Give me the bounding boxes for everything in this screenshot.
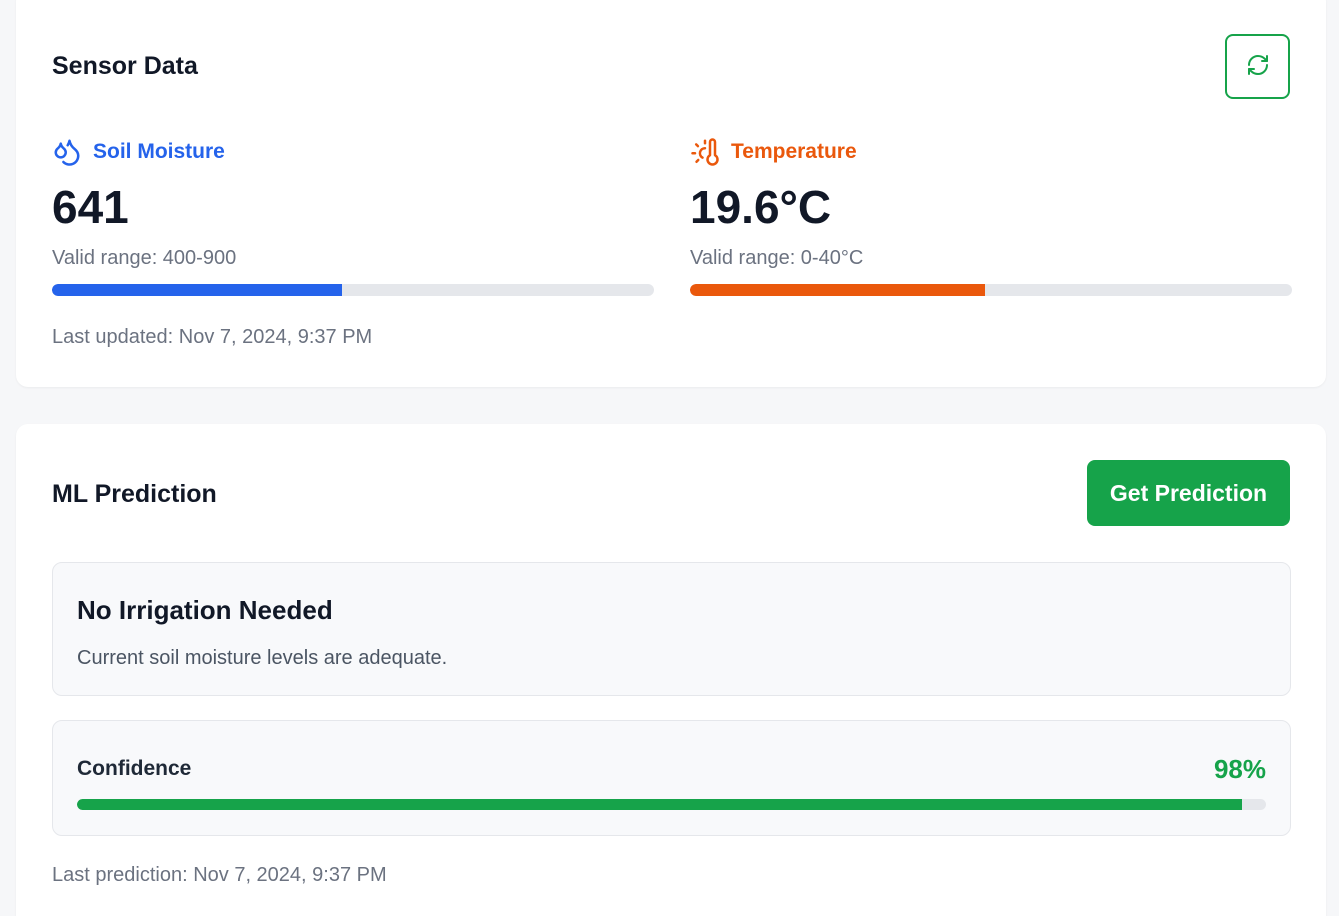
confidence-bar-fill xyxy=(77,799,1243,810)
refresh-icon xyxy=(1246,53,1270,80)
soil-moisture-metric: Soil Moisture 641 Valid range: 400-900 xyxy=(52,135,654,296)
temperature-label: Temperature xyxy=(731,140,857,163)
soil-moisture-range: Valid range: 400-900 xyxy=(52,247,237,269)
soil-moisture-value: 641 xyxy=(52,181,129,233)
soil-moisture-bar-fill xyxy=(52,284,343,296)
sensor-data-card: Sensor Data Soil Moisture 641 Valid rang… xyxy=(16,0,1326,387)
droplets-icon xyxy=(52,137,82,167)
soil-moisture-label: Soil Moisture xyxy=(93,140,225,163)
prediction-result-description: Current soil moisture levels are adequat… xyxy=(77,647,448,669)
confidence-bar xyxy=(77,799,1266,810)
temperature-value: 19.6°C xyxy=(690,181,832,233)
sensor-data-title: Sensor Data xyxy=(52,52,198,80)
last-updated-text: Last updated: Nov 7, 2024, 9:37 PM xyxy=(52,326,373,348)
temperature-bar xyxy=(690,284,1292,296)
soil-moisture-bar xyxy=(52,284,654,296)
refresh-button[interactable] xyxy=(1225,34,1290,99)
confidence-box: Confidence 98% xyxy=(52,720,1291,836)
thermometer-sun-icon xyxy=(690,137,720,167)
temperature-metric: Temperature 19.6°C Valid range: 0-40°C xyxy=(690,135,1292,296)
get-prediction-button[interactable]: Get Prediction xyxy=(1087,460,1290,526)
confidence-label: Confidence xyxy=(77,757,192,780)
last-prediction-text: Last prediction: Nov 7, 2024, 9:37 PM xyxy=(52,864,387,886)
temperature-bar-fill xyxy=(690,284,985,296)
ml-prediction-title: ML Prediction xyxy=(52,480,217,508)
confidence-value: 98% xyxy=(1213,754,1266,784)
ml-prediction-card: ML Prediction Get Prediction No Irrigati… xyxy=(16,424,1326,916)
temperature-range: Valid range: 0-40°C xyxy=(690,247,864,269)
prediction-result-title: No Irrigation Needed xyxy=(77,595,333,625)
prediction-result-box: No Irrigation Needed Current soil moistu… xyxy=(52,562,1291,696)
